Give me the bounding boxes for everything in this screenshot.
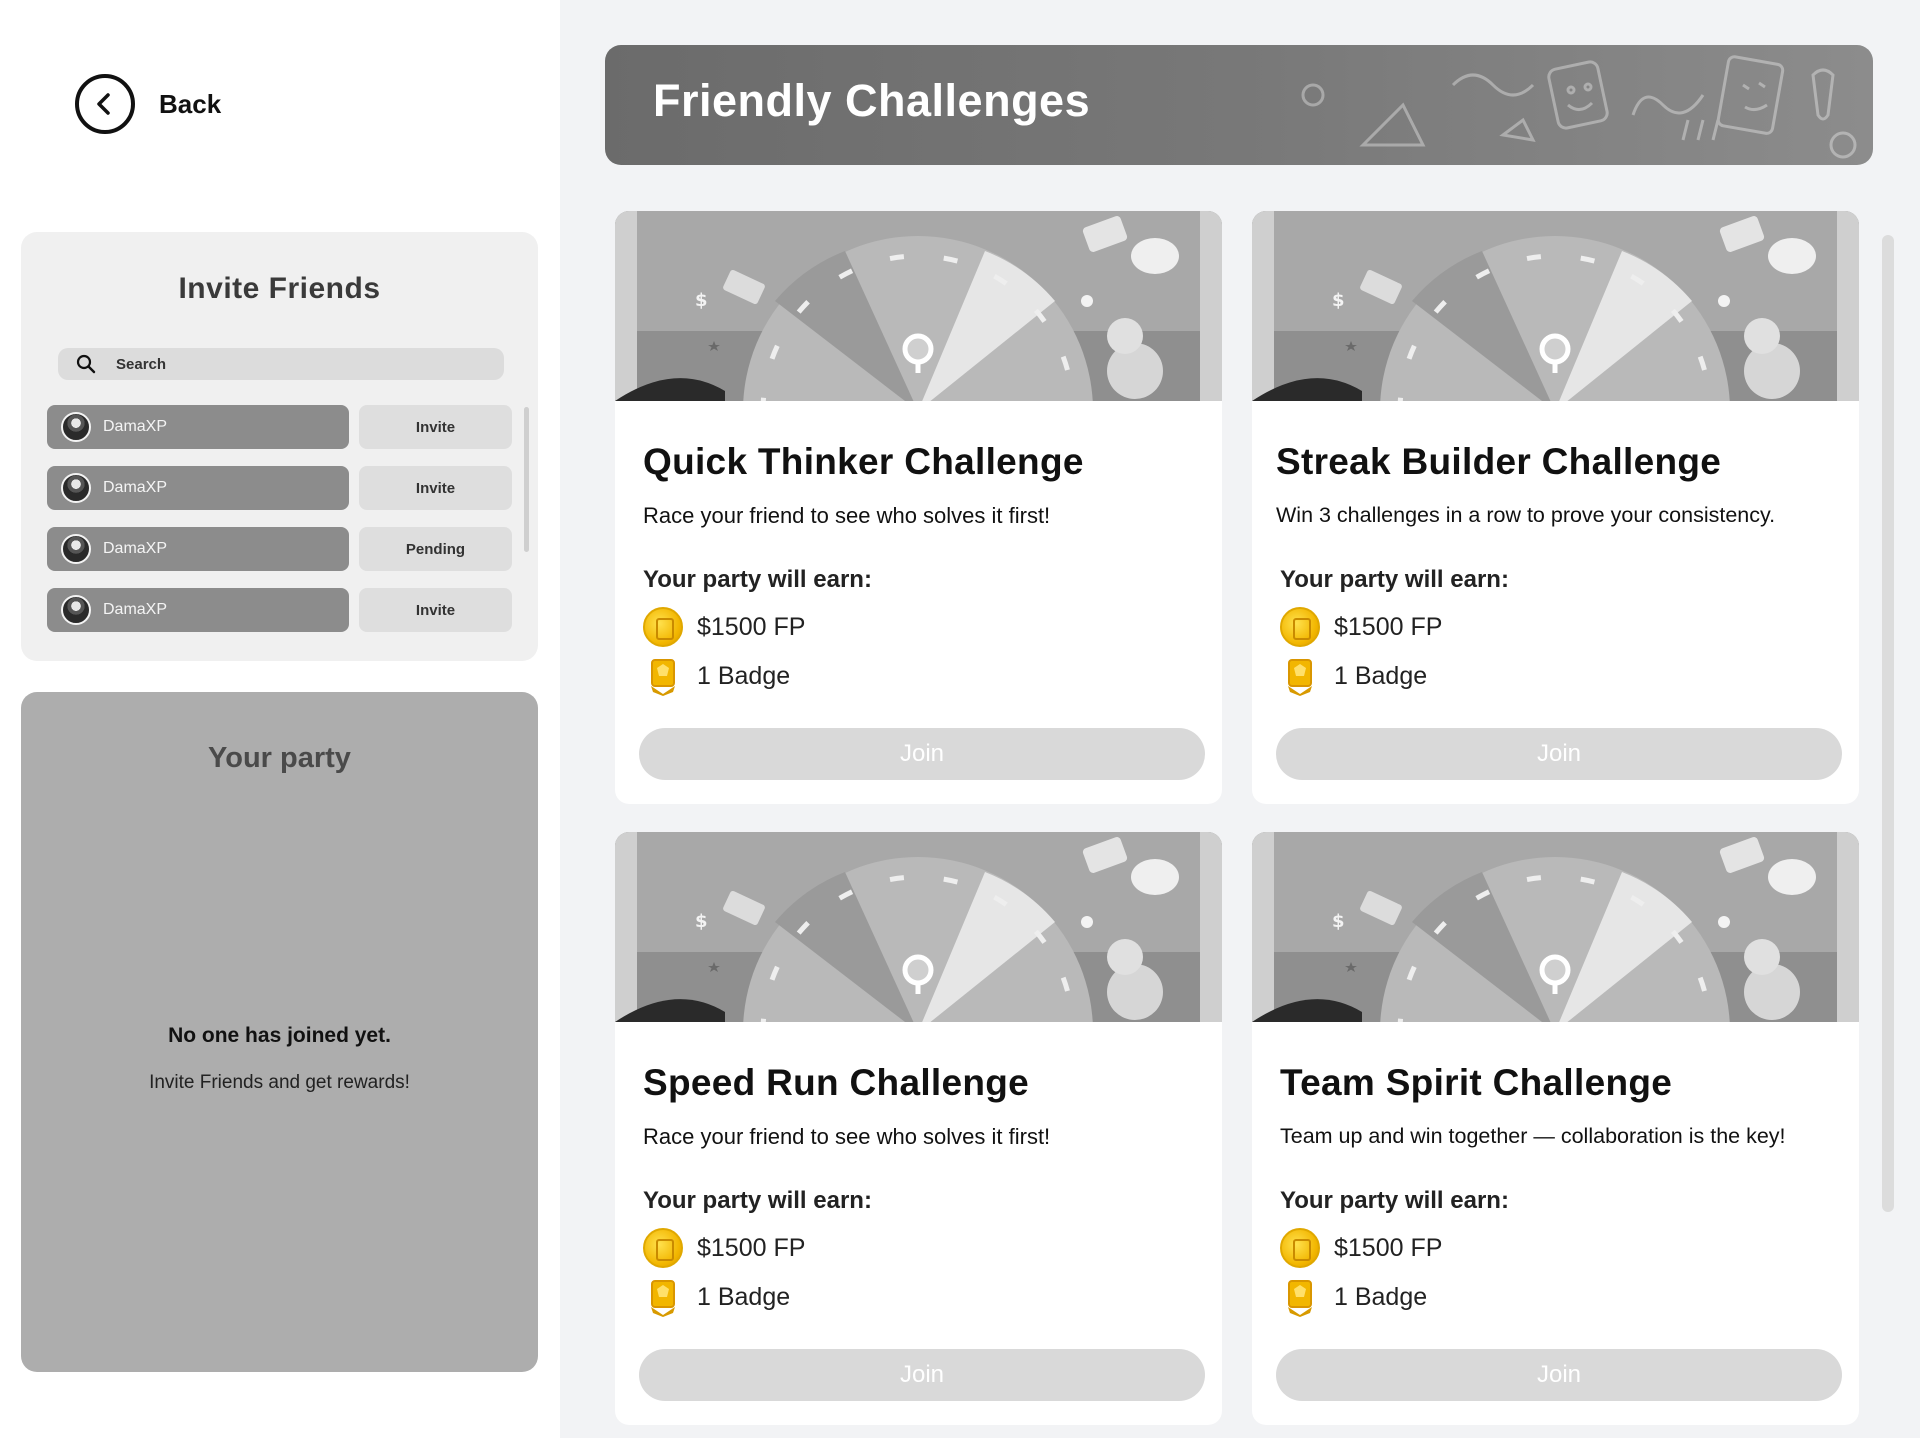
earn-label: Your party will earn: [1280, 566, 1509, 593]
sidebar: Back Invite Friends DamaXP Invite D [0, 0, 560, 1438]
badge-reward: 1 Badge [643, 1277, 790, 1317]
fp-value: $1500 FP [1334, 1233, 1443, 1262]
fp-value: $1500 FP [1334, 612, 1443, 641]
fp-value: $1500 FP [697, 612, 806, 641]
party-empty-title: No one has joined yet. [168, 1024, 391, 1047]
coin-icon [643, 1228, 683, 1268]
friend-chip[interactable]: DamaXP [47, 405, 349, 449]
fp-reward: $1500 FP [1280, 1228, 1442, 1268]
invite-button[interactable]: Invite [359, 588, 512, 632]
back-arrow-icon [75, 74, 135, 134]
join-button[interactable]: Join [639, 728, 1205, 780]
challenge-description: Race your friend to see who solves it fi… [643, 1124, 1051, 1149]
search-bar[interactable] [58, 348, 504, 380]
earn-label: Your party will earn: [1280, 1187, 1509, 1214]
challenge-illustration [1252, 211, 1859, 401]
challenge-title: Streak Builder Challenge [1276, 441, 1722, 482]
badge-reward: 1 Badge [1280, 656, 1427, 696]
friends-scrollbar[interactable] [524, 407, 529, 552]
join-button[interactable]: Join [1276, 1349, 1842, 1401]
earn-label: Your party will earn: [643, 566, 872, 593]
challenge-card: Streak Builder Challenge Win 3 challenge… [1252, 211, 1859, 804]
friend-name: DamaXP [103, 601, 168, 618]
challenge-illustration [615, 211, 1222, 401]
invite-friends-panel: Invite Friends DamaXP Invite DamaXP [21, 232, 538, 661]
coin-icon [1280, 607, 1320, 647]
challenge-description: Race your friend to see who solves it fi… [643, 503, 1051, 528]
pending-button[interactable]: Pending [359, 527, 512, 571]
friend-row: DamaXP Invite [47, 466, 512, 510]
challenge-description: Win 3 challenges in a row to prove your … [1276, 503, 1776, 527]
badge-icon [650, 659, 676, 696]
party-empty-subtitle: Invite Friends and get rewards! [149, 1072, 410, 1093]
badge-reward: 1 Badge [1280, 1277, 1427, 1317]
badge-value: 1 Badge [697, 661, 791, 690]
challenge-title: Quick Thinker Challenge [643, 441, 1084, 482]
invite-friends-title: Invite Friends [178, 272, 381, 305]
challenge-card: Team Spirit Challenge Team up and win to… [1252, 832, 1859, 1425]
fp-reward: $1500 FP [643, 607, 805, 647]
fp-reward: $1500 FP [643, 1228, 805, 1268]
friend-chip[interactable]: DamaXP [47, 588, 349, 632]
main-scrollbar[interactable] [1882, 235, 1894, 1212]
friend-chip[interactable]: DamaXP [47, 527, 349, 571]
badge-icon [1287, 1280, 1313, 1317]
coin-icon [1280, 1228, 1320, 1268]
badge-icon [1287, 659, 1313, 696]
friend-name: DamaXP [103, 540, 168, 557]
challenge-illustration [1252, 832, 1859, 1022]
page-title: Friendly Challenges [653, 75, 1091, 126]
earn-label: Your party will earn: [643, 1187, 872, 1214]
fp-value: $1500 FP [697, 1233, 806, 1262]
doodle-pattern-icon [1301, 55, 1857, 159]
friend-name: DamaXP [103, 479, 168, 496]
search-input[interactable] [116, 355, 476, 373]
challenge-card: Speed Run Challenge Race your friend to … [615, 832, 1222, 1425]
badge-value: 1 Badge [1334, 661, 1428, 690]
join-button[interactable]: Join [1276, 728, 1842, 780]
challenge-title: Team Spirit Challenge [1280, 1062, 1673, 1103]
avatar [61, 473, 91, 503]
invite-button[interactable]: Invite [359, 405, 512, 449]
avatar [61, 412, 91, 442]
badge-icon [650, 1280, 676, 1317]
friend-row: DamaXP Invite [47, 405, 512, 449]
coin-icon [643, 607, 683, 647]
challenge-description: Team up and win together — collaboration… [1280, 1124, 1786, 1148]
back-button[interactable]: Back [75, 74, 221, 134]
avatar [61, 595, 91, 625]
challenges-banner: Friendly Challenges [605, 45, 1873, 165]
friend-name: DamaXP [103, 418, 168, 435]
search-icon [76, 354, 96, 374]
friend-row: DamaXP Invite [47, 588, 512, 632]
challenge-card: Quick Thinker Challenge Race your friend… [615, 211, 1222, 804]
challenge-title: Speed Run Challenge [643, 1062, 1030, 1103]
badge-value: 1 Badge [1334, 1282, 1428, 1311]
back-label: Back [159, 88, 222, 119]
join-button[interactable]: Join [639, 1349, 1205, 1401]
invite-button[interactable]: Invite [359, 466, 512, 510]
party-title: Your party [208, 742, 351, 774]
fp-reward: $1500 FP [1280, 607, 1442, 647]
badge-reward: 1 Badge [643, 656, 790, 696]
party-panel: Your party No one has joined yet. Invite… [21, 692, 538, 1372]
friend-chip[interactable]: DamaXP [47, 466, 349, 510]
badge-value: 1 Badge [697, 1282, 791, 1311]
challenge-illustration [615, 832, 1222, 1022]
avatar [61, 534, 91, 564]
friend-row: DamaXP Pending [47, 527, 512, 571]
